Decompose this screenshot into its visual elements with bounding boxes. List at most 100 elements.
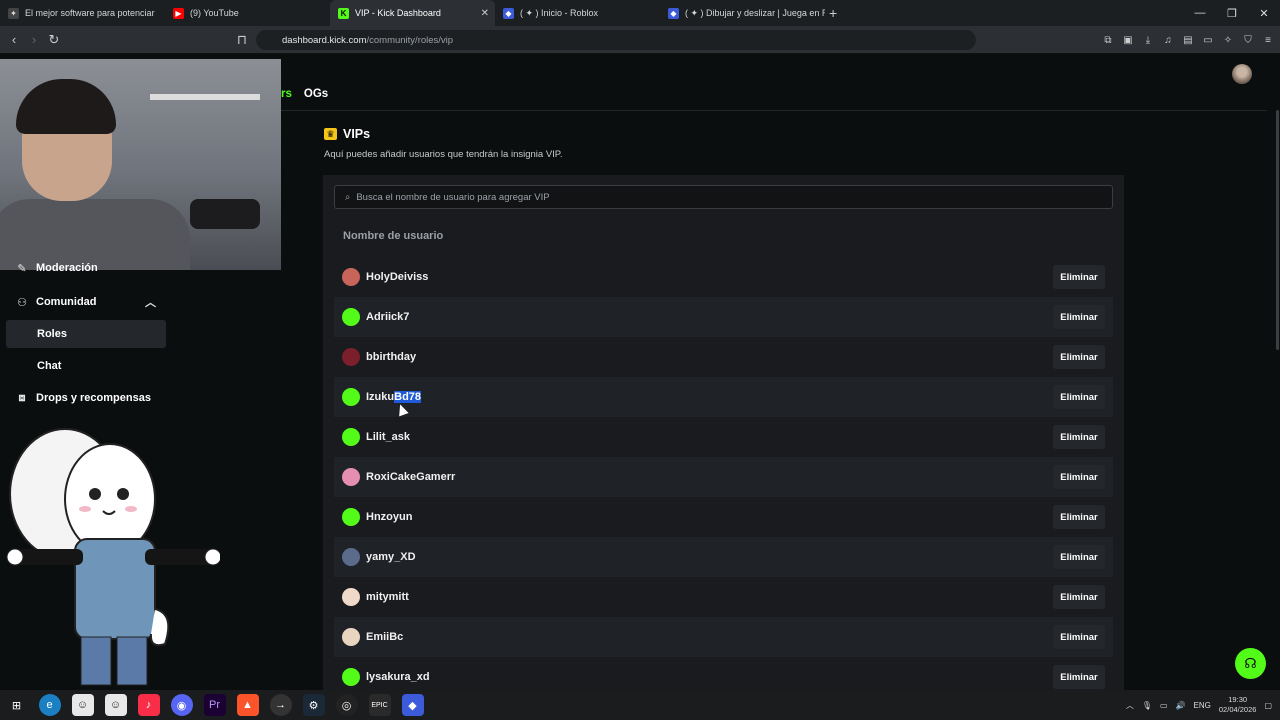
epic-games-icon[interactable]: EPIC xyxy=(368,694,391,716)
extensions-icon[interactable]: ⧉ xyxy=(1102,34,1114,46)
avatar xyxy=(342,508,360,526)
edge-icon[interactable]: e xyxy=(38,694,61,716)
search-icon: ⌕ xyxy=(345,191,351,203)
tab-ogs[interactable]: OGs xyxy=(304,88,328,100)
steam-icon[interactable]: ⚙ xyxy=(302,694,325,716)
forward-icon[interactable]: › xyxy=(24,32,44,47)
tab-title: (9) YouTube xyxy=(190,8,239,18)
network-icon[interactable]: ▭ xyxy=(1160,701,1168,710)
app-icon[interactable]: → xyxy=(269,694,292,716)
help-chat-button[interactable]: ☊ xyxy=(1235,648,1266,679)
remove-vip-button[interactable]: Eliminar xyxy=(1053,665,1105,689)
screenshot-icon[interactable]: ▣ xyxy=(1122,34,1134,46)
remove-vip-button[interactable]: Eliminar xyxy=(1053,385,1105,409)
minimize-icon[interactable]: — xyxy=(1184,0,1216,26)
search-input[interactable]: ⌕ Busca el nombre de usuario para agrega… xyxy=(334,185,1113,209)
scrollbar[interactable] xyxy=(1276,110,1279,350)
menu-icon[interactable]: ≡ xyxy=(1262,34,1274,46)
tab-title: El mejor software para potenciar xyxy=(25,8,155,18)
window-controls: — ❐ ✕ xyxy=(1184,0,1280,26)
table-row: RoxiCakeGamerr Eliminar xyxy=(334,457,1113,497)
column-header-username: Nombre de usuario xyxy=(343,230,444,242)
mic-icon[interactable]: 🎙 xyxy=(1142,701,1152,710)
new-tab-icon[interactable]: + xyxy=(829,5,837,21)
sidebar-item-moderacion[interactable]: ✎ Moderación xyxy=(6,256,166,280)
remove-vip-button[interactable]: Eliminar xyxy=(1053,505,1105,529)
url-bar[interactable]: dashboard.kick.com/community/roles/vip xyxy=(256,30,976,50)
music-app-icon[interactable]: ♪ xyxy=(137,694,160,716)
sidebar-item-roles[interactable]: Roles xyxy=(6,320,166,348)
sidebar-item-chat[interactable]: Chat xyxy=(6,352,166,380)
leo-icon[interactable]: ✧ xyxy=(1222,34,1234,46)
vpn-icon[interactable]: ⛉ xyxy=(1242,34,1254,46)
browser-tab-bar: ✦ El mejor software para potenciar ▶ (9)… xyxy=(0,0,1280,26)
close-window-icon[interactable]: ✕ xyxy=(1248,0,1280,26)
clock[interactable]: 19:30 02/04/2026 xyxy=(1219,695,1257,715)
remove-vip-button[interactable]: Eliminar xyxy=(1053,425,1105,449)
browser-tab[interactable]: ▶ (9) YouTube xyxy=(165,0,330,26)
notifications-icon[interactable]: ▢ xyxy=(1264,701,1272,710)
streamer-vtuber-avatar xyxy=(6,428,220,686)
vtuber-app-icon[interactable]: ☺ xyxy=(71,694,94,716)
kick-dashboard-page: rs OGs ✎ Moderación ⚇ Comunidad ︿ Roles … xyxy=(0,54,1280,695)
browser-tab[interactable]: ✦ El mejor software para potenciar xyxy=(0,0,165,26)
reload-icon[interactable]: ↻ xyxy=(44,32,64,48)
remove-vip-button[interactable]: Eliminar xyxy=(1053,305,1105,329)
table-row: HolyDeiviss Eliminar xyxy=(334,257,1113,297)
vtuber-app-icon[interactable]: ☺ xyxy=(104,694,127,716)
roles-subtabs: rs OGs xyxy=(281,88,328,100)
language-indicator[interactable]: ENG xyxy=(1194,701,1211,710)
avatar xyxy=(342,348,360,366)
back-icon[interactable]: ‹ xyxy=(4,32,24,47)
download-icon[interactable]: ⤓ xyxy=(1142,34,1154,46)
avatar xyxy=(342,548,360,566)
discord-icon[interactable]: ◉ xyxy=(170,694,193,716)
tab-vips[interactable]: rs xyxy=(281,88,292,100)
tray-chevron-icon[interactable]: ︿ xyxy=(1126,700,1134,711)
media-icon[interactable]: ♫ xyxy=(1162,34,1174,46)
username: Hnzoyun xyxy=(366,511,413,523)
restore-icon[interactable]: ❐ xyxy=(1216,0,1248,26)
table-row: bbirthday Eliminar xyxy=(334,337,1113,377)
vip-panel: ⌕ Busca el nombre de usuario para agrega… xyxy=(323,175,1124,695)
username: Lilit_ask xyxy=(366,431,411,443)
sidebar-icon[interactable]: ▤ xyxy=(1182,34,1194,46)
remove-vip-button[interactable]: Eliminar xyxy=(1053,465,1105,489)
table-row: Adriick7 Eliminar xyxy=(334,297,1113,337)
browser-tab-active[interactable]: K VIP - Kick Dashboard ✕ xyxy=(330,0,495,26)
premiere-icon[interactable]: Pr xyxy=(203,694,226,716)
sidebar-item-comunidad[interactable]: ⚇ Comunidad ︿ xyxy=(6,288,166,316)
remove-vip-button[interactable]: Eliminar xyxy=(1053,625,1105,649)
remove-vip-button[interactable]: Eliminar xyxy=(1053,545,1105,569)
hammer-icon: ✎ xyxy=(17,262,27,275)
obs-icon[interactable]: ◎ xyxy=(335,694,358,716)
browser-tab[interactable]: ◆ ( ✦ ) Inicio - Roblox xyxy=(495,0,660,26)
close-tab-icon[interactable]: ✕ xyxy=(481,8,489,19)
remove-vip-button[interactable]: Eliminar xyxy=(1053,345,1105,369)
clock-date: 02/04/2026 xyxy=(1218,705,1257,714)
volume-icon[interactable]: 🔊 xyxy=(1176,701,1186,710)
brave-icon[interactable]: ▲ xyxy=(236,694,259,716)
search-placeholder: Busca el nombre de usuario para agregar … xyxy=(356,191,550,203)
roblox-icon: ◆ xyxy=(668,7,679,19)
avatar[interactable] xyxy=(1232,64,1252,84)
page-description: Aquí puedes añadir usuarios que tendrán … xyxy=(324,149,563,160)
remove-vip-button[interactable]: Eliminar xyxy=(1053,585,1105,609)
chevron-up-icon[interactable]: ︿ xyxy=(145,294,156,310)
username: HolyDeiviss xyxy=(366,271,429,283)
windows-start-icon[interactable]: ⊞ xyxy=(6,694,28,716)
system-tray: ︿ 🎙 ▭ 🔊 ENG 19:30 02/04/2026 ▢ xyxy=(1126,690,1272,720)
wallet-icon[interactable]: ▭ xyxy=(1202,34,1214,46)
username: lysakura_xd xyxy=(366,671,430,683)
headset-icon: ☊ xyxy=(1244,655,1257,671)
users-icon: ⚇ xyxy=(17,296,27,309)
tab-title: ( ✦ ) Inicio - Roblox xyxy=(520,7,599,18)
bookmark-icon[interactable]: ⊓ xyxy=(232,32,252,48)
remove-vip-button[interactable]: Eliminar xyxy=(1053,265,1105,289)
roblox-icon[interactable]: ◆ xyxy=(401,694,424,716)
browser-tab[interactable]: ◆ ( ✦ ) Dibujar y deslizar | Juega en Ro xyxy=(660,0,825,26)
avatar xyxy=(342,628,360,646)
avatar xyxy=(342,468,360,486)
sidebar-item-label: Comunidad xyxy=(36,296,97,308)
username: Adriick7 xyxy=(366,311,410,323)
